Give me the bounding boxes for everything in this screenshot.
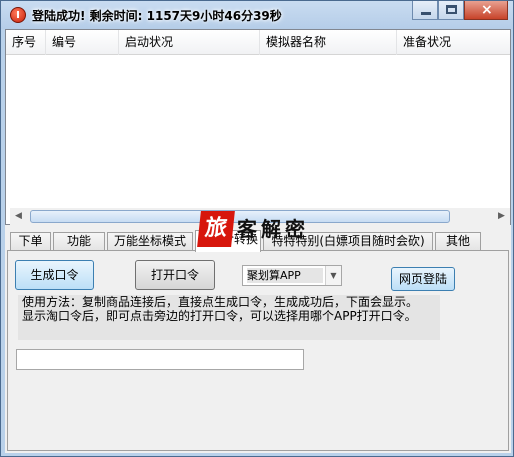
open-code-button[interactable]: 打开口令 [135, 260, 215, 290]
usage-line-1: 使用方法：复制商品连接后，直接点生成口令，生成成功后，下面会显示。 [22, 295, 419, 309]
list-header: 序号 编号 启动状况 模拟器名称 准备状况 [6, 30, 510, 55]
app-window: 登陆成功! 剩余时间: 1157天9小时46分39秒 × 序号 编号 启动状况 … [0, 0, 514, 457]
watermark-seal: 旅 [197, 211, 235, 247]
column-header-ready-status[interactable]: 准备状况 [397, 30, 510, 55]
maximize-button[interactable] [438, 1, 464, 20]
close-icon: × [481, 2, 493, 18]
scroll-left-icon[interactable]: ◀ [10, 208, 27, 225]
window-controls: × [412, 1, 508, 21]
window-title: 登陆成功! 剩余时间: 1157天9小时46分39秒 [32, 9, 282, 23]
column-header-emulator-name[interactable]: 模拟器名称 [260, 30, 397, 55]
column-header-launch-status[interactable]: 启动状况 [119, 30, 260, 55]
tab-other[interactable]: 其他 [435, 232, 481, 251]
usage-line-2: 显示淘口令后，即可点击旁边的打开口令，可以选择用哪个APP打开口令。 [22, 309, 417, 323]
minimize-icon [421, 12, 431, 15]
tab-panel-taokouling: 生成口令 打开口令 聚划算APP ▼ 网页登陆 使用方法：复制商品连接后，直接点… [7, 250, 509, 451]
maximize-icon [446, 5, 457, 14]
close-button[interactable]: × [464, 1, 508, 20]
app-icon[interactable] [10, 7, 26, 23]
watermark: 旅 客解密 [197, 211, 359, 251]
minimize-button[interactable] [412, 1, 438, 20]
tab-order[interactable]: 下单 [10, 232, 51, 251]
app-select-value: 聚划算APP [247, 268, 323, 283]
generate-code-button[interactable]: 生成口令 [15, 260, 94, 290]
column-header-number[interactable]: 编号 [46, 30, 119, 55]
tab-functions[interactable]: 功能 [53, 232, 105, 251]
web-login-button[interactable]: 网页登陆 [391, 267, 455, 291]
title-bar[interactable]: 登陆成功! 剩余时间: 1157天9小时46分39秒 × [1, 1, 513, 29]
app-select[interactable]: 聚划算APP ▼ [242, 265, 342, 286]
column-header-index[interactable]: 序号 [6, 30, 46, 55]
code-output-field[interactable] [16, 349, 304, 370]
usage-instructions: 使用方法：复制商品连接后，直接点生成口令，生成成功后，下面会显示。 显示淘口令后… [18, 295, 440, 340]
tab-universal-coordinates[interactable]: 万能坐标模式 [107, 232, 193, 251]
watermark-text: 客解密 [237, 217, 309, 241]
emulator-list[interactable]: 序号 编号 启动状况 模拟器名称 准备状况 ◀ ▶ [5, 29, 511, 225]
scroll-right-icon[interactable]: ▶ [493, 208, 510, 225]
dropdown-arrow-icon[interactable]: ▼ [325, 266, 341, 285]
